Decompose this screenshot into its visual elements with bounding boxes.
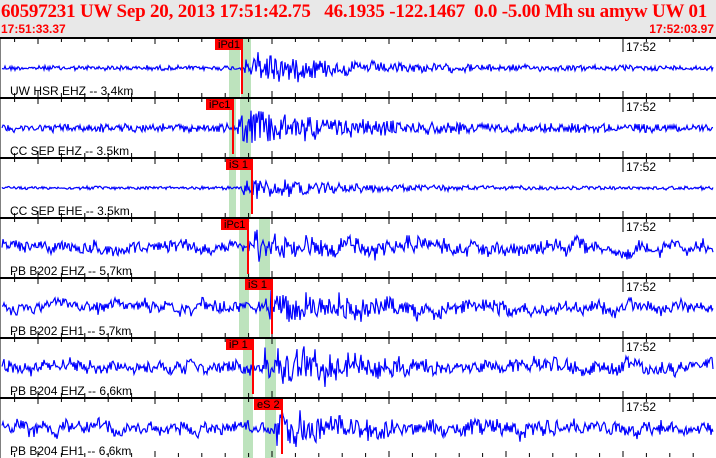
channel-panel[interactable]: 17:52 iPc1 PB B202 EHZ -- 5.7km	[0, 217, 716, 278]
minute-label: 17:52	[626, 100, 656, 114]
waveform-trace	[1, 52, 714, 83]
waveform-trace	[1, 409, 714, 448]
pick-label: iPc1	[224, 219, 245, 231]
pick-window	[243, 398, 253, 458]
waveform-trace	[1, 110, 714, 143]
channel-label: CC SEP EHE -- 3.5km	[10, 204, 130, 218]
pick-label: iPd1	[218, 39, 240, 51]
pick-label: iS 1	[229, 159, 248, 171]
channel-label: CC SEP EHZ -- 3.5km	[10, 144, 129, 158]
waveform-trace	[1, 179, 714, 199]
channel-panel[interactable]: 17:52 iP 1 PB B204 EHZ -- 6.6km	[0, 337, 716, 398]
start-time: 17:51:33.37	[1, 22, 66, 36]
minute-label: 17:52	[626, 40, 656, 54]
channel-label: UW HSR EHZ -- 3.4km	[10, 84, 133, 98]
channel-label: PB B204 EH1 -- 6.6km	[10, 444, 131, 458]
seismogram-viewer: 60597231 UW Sep 20, 2013 17:51:42.75 46.…	[0, 0, 716, 458]
minute-label: 17:52	[626, 280, 656, 294]
pick-label: eS 2	[257, 399, 280, 411]
channel-panel[interactable]: 17:52 iS 1 PB B202 EH1 -- 5.7km	[0, 277, 716, 338]
channel-label: PB B202 EHZ -- 5.7km	[10, 264, 132, 278]
trace-panels[interactable]: 17:52 iPd1 UW HSR EHZ -- 3.4km 17:52 iPc1 CC …	[0, 37, 716, 458]
waveform-trace	[1, 229, 714, 262]
channel-panel[interactable]: 17:52 iPc1 CC SEP EHZ -- 3.5km	[0, 97, 716, 158]
channel-panel[interactable]: 17:52 iS 1 CC SEP EHE -- 3.5km	[0, 157, 716, 218]
minute-label: 17:52	[626, 220, 656, 234]
waveform-trace	[1, 346, 714, 387]
waveform-trace	[1, 290, 714, 322]
pick-label: iPc1	[209, 99, 230, 111]
event-title: 60597231 UW Sep 20, 2013 17:51:42.75 46.…	[1, 1, 716, 22]
minute-label: 17:52	[626, 340, 656, 354]
minute-label: 17:52	[626, 400, 656, 414]
minute-label: 17:52	[626, 160, 656, 174]
end-time: 17:52:03.97	[649, 22, 714, 36]
pick-label: iS 1	[248, 279, 267, 291]
channel-panel[interactable]: 17:52 eS 2 PB B204 EH1 -- 6.6km	[0, 397, 716, 458]
channel-label: PB B202 EH1 -- 5.7km	[10, 324, 131, 338]
pick-label: iP 1	[229, 339, 248, 351]
channel-panel[interactable]: 17:52 iPd1 UW HSR EHZ -- 3.4km	[0, 37, 716, 98]
channel-label: PB B204 EHZ -- 6.6km	[10, 384, 132, 398]
event-header: 60597231 UW Sep 20, 2013 17:51:42.75 46.…	[0, 0, 716, 37]
